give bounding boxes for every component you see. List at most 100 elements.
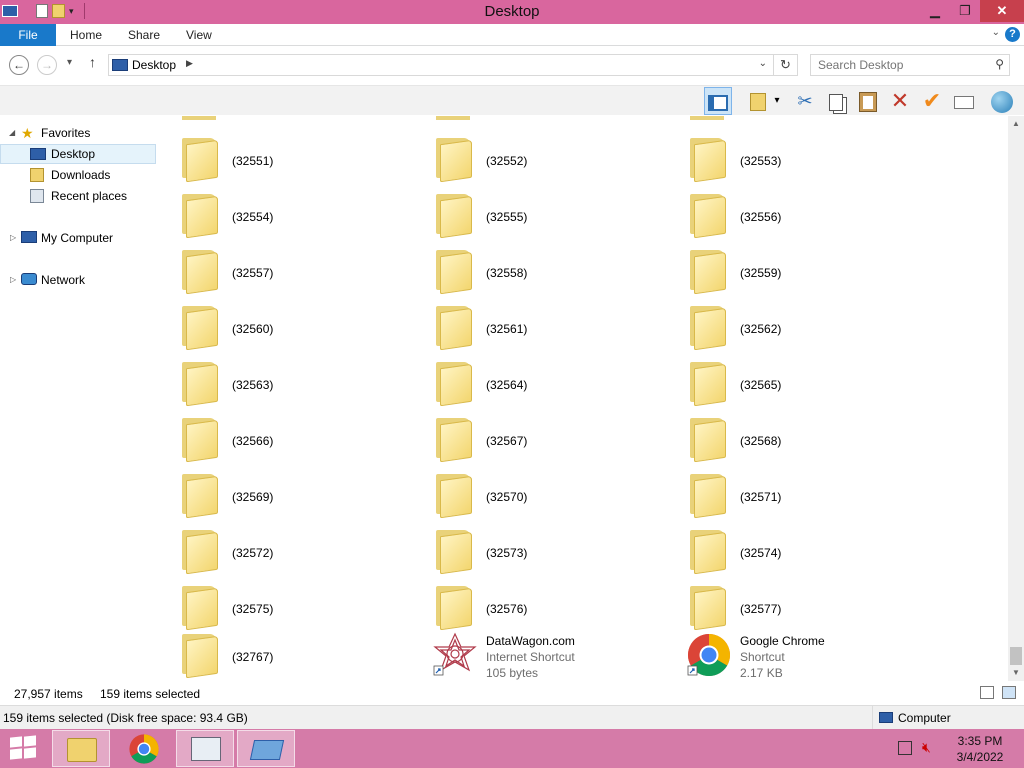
google-chrome-shortcut[interactable]: Google Chrome Shortcut 2.17 KB xyxy=(668,626,918,680)
scroll-down-arrow-icon[interactable]: ▼ xyxy=(1008,665,1024,681)
folder-item[interactable]: (32568) xyxy=(668,410,918,463)
close-button[interactable]: ✕ xyxy=(980,0,1024,22)
address-bar[interactable]: Desktop ▶ ⌄ ↻ xyxy=(108,54,798,76)
folder-item[interactable]: (32767) xyxy=(160,626,410,679)
folder-item[interactable]: (32554) xyxy=(160,186,410,239)
search-input[interactable] xyxy=(818,55,988,75)
folder-item[interactable]: (32563) xyxy=(160,354,410,407)
navigation-pane-icon[interactable] xyxy=(704,87,732,115)
scroll-up-arrow-icon[interactable]: ▲ xyxy=(1008,116,1024,132)
folder-item[interactable]: (32558) xyxy=(414,242,664,295)
folder-item[interactable]: (32562) xyxy=(668,298,918,351)
folder-item[interactable]: (32551) xyxy=(160,130,410,183)
folder-icon xyxy=(688,304,728,351)
search-box[interactable]: ⚲ xyxy=(810,54,1010,76)
folder-item[interactable]: (32566) xyxy=(160,410,410,463)
folder-item[interactable]: (32565) xyxy=(668,354,918,407)
tab-view[interactable]: View xyxy=(186,24,212,46)
breadcrumb-desktop[interactable]: Desktop xyxy=(132,58,176,72)
folder-item[interactable]: (32575) xyxy=(160,578,410,631)
network-tray-icon[interactable] xyxy=(898,741,912,755)
folder-item[interactable]: (32560) xyxy=(160,298,410,351)
expand-arrow-icon[interactable]: ▷ xyxy=(10,270,16,290)
folder-name: (32559) xyxy=(740,266,782,280)
title-bar: ▾ Desktop ▁ ❐ ✕ xyxy=(0,0,1024,24)
taskbar-file-explorer[interactable] xyxy=(52,730,110,767)
folder-item[interactable]: (32564) xyxy=(414,354,664,407)
expand-arrow-icon[interactable]: ▷ xyxy=(10,228,16,248)
vertical-scrollbar[interactable]: ▲ ▼ xyxy=(1008,116,1024,681)
delete-icon[interactable]: ✕ xyxy=(886,87,914,115)
folder-item[interactable]: (32572) xyxy=(160,522,410,575)
folder-item[interactable]: (32573) xyxy=(414,522,664,575)
folder-icon xyxy=(688,192,728,239)
large-icons-view-icon[interactable] xyxy=(1002,686,1016,699)
folder-item[interactable]: (32561) xyxy=(414,298,664,351)
copy-icon[interactable] xyxy=(822,87,850,115)
forward-button[interactable]: → xyxy=(37,55,57,75)
status-zone: Computer xyxy=(872,706,951,730)
status-bar: 159 items selected (Disk free space: 93.… xyxy=(0,705,1024,730)
folder-item[interactable]: (32552) xyxy=(414,130,664,183)
search-icon[interactable]: ⚲ xyxy=(995,57,1004,71)
cut-icon[interactable]: ✂ xyxy=(791,87,819,115)
taskbar: 🔇︎ 3:35 PM 3/4/2022 xyxy=(0,729,1024,768)
system-clock[interactable]: 3:35 PM 3/4/2022 xyxy=(940,733,1020,765)
tab-file[interactable]: File xyxy=(0,24,56,46)
nav-my-computer[interactable]: ▷ My Computer xyxy=(0,228,156,248)
taskbar-remote-app[interactable] xyxy=(237,730,295,767)
folder-item[interactable]: (32571) xyxy=(668,466,918,519)
folder-item[interactable]: (32577) xyxy=(668,578,918,631)
folder-item[interactable]: (32557) xyxy=(160,242,410,295)
start-button[interactable] xyxy=(10,735,38,761)
minimize-button[interactable]: ▁ xyxy=(920,0,950,22)
breadcrumb-arrow-icon[interactable]: ▶ xyxy=(186,58,193,69)
folder-item[interactable]: (32556) xyxy=(668,186,918,239)
folder-item[interactable]: (32569) xyxy=(160,466,410,519)
refresh-icon[interactable]: ↻ xyxy=(773,55,797,75)
up-icon[interactable]: ↑ xyxy=(89,54,96,70)
select-folder-icon[interactable] xyxy=(744,87,772,115)
details-view-icon[interactable] xyxy=(980,686,994,699)
paste-icon[interactable] xyxy=(854,87,882,115)
volume-muted-icon[interactable]: 🔇︎ xyxy=(922,739,931,768)
folder-item[interactable]: (32570) xyxy=(414,466,664,519)
folder-icon xyxy=(180,304,220,351)
resource-monitor-icon xyxy=(191,737,221,761)
folder-item[interactable]: (32574) xyxy=(668,522,918,575)
scrollbar-thumb[interactable] xyxy=(1010,647,1022,665)
nav-network[interactable]: ▷ Network xyxy=(0,270,156,290)
datawagon-shortcut[interactable]: DataWagon.com Internet Shortcut 105 byte… xyxy=(414,626,664,680)
help-icon[interactable]: ? xyxy=(1005,27,1020,42)
folder-item[interactable]: (32553) xyxy=(668,130,918,183)
folder-item[interactable]: (32567) xyxy=(414,410,664,463)
chevron-down-icon[interactable]: ⌄ xyxy=(992,27,1000,38)
folder-menu-chevron-icon[interactable]: ▾ xyxy=(770,87,784,115)
nav-desktop[interactable]: Desktop xyxy=(0,144,156,164)
address-dropdown-icon[interactable]: ⌄ xyxy=(759,58,767,69)
nav-recent-places[interactable]: Recent places xyxy=(0,186,156,206)
globe-icon[interactable] xyxy=(988,87,1016,115)
tab-share[interactable]: Share xyxy=(128,24,160,46)
checkmark-icon[interactable]: ✔ xyxy=(918,87,946,115)
back-button[interactable]: ← xyxy=(9,55,29,75)
nav-downloads[interactable]: Downloads xyxy=(0,165,156,185)
chrome-icon xyxy=(129,734,159,764)
maximize-button[interactable]: ❐ xyxy=(950,0,980,22)
taskbar-monitor-app[interactable] xyxy=(176,730,234,767)
nav-network-label: Network xyxy=(41,273,86,287)
folder-icon xyxy=(180,248,220,295)
folder-item[interactable]: (32559) xyxy=(668,242,918,295)
rename-icon[interactable] xyxy=(950,87,978,115)
taskbar-chrome[interactable] xyxy=(115,730,173,767)
network-icon xyxy=(21,273,37,285)
folder-item[interactable]: (32555) xyxy=(414,186,664,239)
nav-favorites-label: Favorites xyxy=(41,126,91,140)
collapse-arrow-icon[interactable]: ◢ xyxy=(9,123,15,143)
folder-item[interactable]: (32576) xyxy=(414,578,664,631)
recent-locations-icon[interactable]: ▾ xyxy=(67,57,72,68)
command-toolbar: ▾ ✂ ✕ ✔ xyxy=(0,85,1024,115)
folder-name: (32767) xyxy=(232,650,274,664)
tab-home[interactable]: Home xyxy=(70,24,102,46)
nav-favorites[interactable]: ◢ ★ Favorites xyxy=(0,123,156,143)
